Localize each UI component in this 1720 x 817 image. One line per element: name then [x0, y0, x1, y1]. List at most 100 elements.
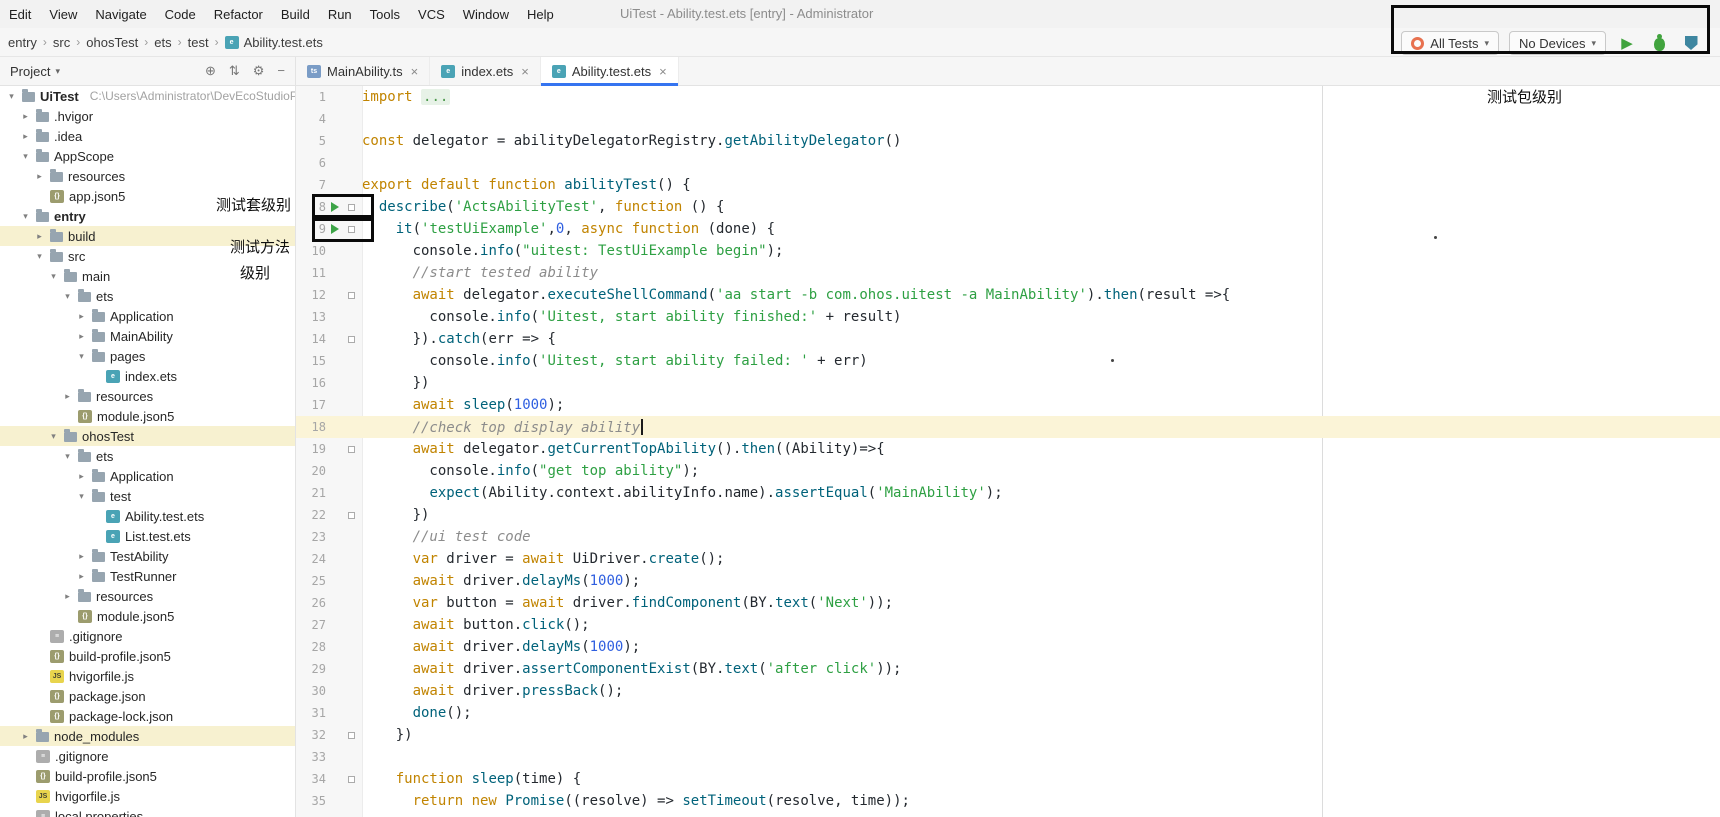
tree-chevron-right-icon[interactable]: ▸ — [76, 311, 87, 322]
breadcrumb-item[interactable]: ets — [152, 35, 173, 50]
code-text[interactable]: expect(Ability.context.abilityInfo.name)… — [362, 485, 1003, 501]
tree-item[interactable]: ▸.idea — [0, 126, 295, 146]
settings-gear-icon[interactable]: ⚙ — [253, 63, 265, 79]
fold-marker-icon[interactable] — [348, 776, 355, 783]
folded-region[interactable]: ... — [421, 89, 450, 105]
tree-chevron-right-icon[interactable]: ▸ — [76, 331, 87, 342]
tree-chevron-right-icon[interactable]: ▸ — [20, 731, 31, 742]
menu-item-refactor[interactable]: Refactor — [205, 7, 272, 22]
code-text[interactable]: //ui test code — [362, 529, 531, 545]
tab-Ability.test.ets[interactable]: eAbility.test.ets× — [541, 57, 679, 85]
tree-chevron-right-icon[interactable]: ▸ — [34, 231, 45, 242]
code-text[interactable]: import ... — [362, 89, 450, 105]
code-text[interactable]: await driver.pressBack(); — [362, 683, 623, 699]
tree-item[interactable]: eindex.ets — [0, 366, 295, 386]
tree-chevron-right-icon[interactable]: ▸ — [76, 551, 87, 562]
breadcrumb-file[interactable]: eAbility.test.ets — [223, 35, 325, 50]
tree-item[interactable]: ▾test — [0, 486, 295, 506]
tree-chevron-right-icon[interactable]: ▸ — [62, 391, 73, 402]
code-text[interactable]: function sleep(time) { — [362, 771, 581, 787]
tab-close-icon[interactable]: × — [521, 64, 529, 79]
tree-item[interactable]: ≡.gitignore — [0, 626, 295, 646]
tree-chevron-down-icon[interactable]: ▾ — [20, 151, 31, 162]
code-text[interactable]: console.info('Uitest, start ability fail… — [362, 353, 868, 369]
tab-close-icon[interactable]: × — [659, 64, 667, 79]
code-text[interactable]: var button = await driver.findComponent(… — [362, 595, 893, 611]
menu-item-window[interactable]: Window — [454, 7, 518, 22]
tree-chevron-down-icon[interactable]: ▾ — [34, 251, 45, 262]
fold-marker-icon[interactable] — [348, 732, 355, 739]
tree-item[interactable]: ▾pages — [0, 346, 295, 366]
tree-chevron-down-icon[interactable]: ▾ — [76, 351, 87, 362]
code-text[interactable]: export default function abilityTest() { — [362, 177, 691, 193]
fold-marker-icon[interactable] — [348, 512, 355, 519]
fold-marker-icon[interactable] — [348, 292, 355, 299]
fold-marker-icon[interactable] — [348, 336, 355, 343]
tree-item[interactable]: {}package-lock.json — [0, 706, 295, 726]
tree-chevron-right-icon[interactable]: ▸ — [20, 131, 31, 142]
tab-MainAbility.ts[interactable]: tsMainAbility.ts× — [296, 57, 430, 85]
code-text[interactable]: //start tested ability — [362, 265, 598, 281]
tree-item[interactable]: ▾ohosTest — [0, 426, 295, 446]
code-text[interactable]: console.info("uitest: TestUiExample begi… — [362, 243, 783, 259]
tree-item[interactable]: ▸resources — [0, 586, 295, 606]
tree-item[interactable]: ▸TestRunner — [0, 566, 295, 586]
breadcrumb-item[interactable]: src — [51, 35, 72, 50]
menu-item-view[interactable]: View — [40, 7, 86, 22]
tree-item[interactable]: ▾ets — [0, 446, 295, 466]
code-text[interactable]: await delegator.executeShellCommand('aa … — [362, 287, 1230, 303]
menu-item-vcs[interactable]: VCS — [409, 7, 454, 22]
tree-item[interactable]: ▸.hvigor — [0, 106, 295, 126]
code-text[interactable]: await driver.delayMs(1000); — [362, 639, 640, 655]
tree-chevron-down-icon[interactable]: ▾ — [48, 271, 59, 282]
tree-item[interactable]: ≡local.properties — [0, 806, 295, 817]
code-text[interactable]: const delegator = abilityDelegatorRegist… — [362, 133, 901, 149]
tree-chevron-right-icon[interactable]: ▸ — [76, 571, 87, 582]
tab-index.ets[interactable]: eindex.ets× — [430, 57, 541, 85]
tree-item[interactable]: ▾ets — [0, 286, 295, 306]
code-text[interactable]: await driver.assertComponentExist(BY.tex… — [362, 661, 902, 677]
tree-chevron-right-icon[interactable]: ▸ — [34, 171, 45, 182]
breadcrumb-item[interactable]: entry — [6, 35, 39, 50]
tree-chevron-right-icon[interactable]: ▸ — [76, 471, 87, 482]
project-panel-title[interactable]: Project — [10, 64, 50, 79]
code-text[interactable]: }).catch(err => { — [362, 331, 556, 347]
fold-marker-icon[interactable] — [348, 446, 355, 453]
tree-chevron-down-icon[interactable]: ▾ — [6, 91, 17, 102]
tree-item[interactable]: ▸Application — [0, 306, 295, 326]
tree-item[interactable]: {}build-profile.json5 — [0, 646, 295, 666]
code-text[interactable]: await sleep(1000); — [362, 397, 564, 413]
tree-item[interactable]: {}module.json5 — [0, 406, 295, 426]
tree-item[interactable]: {}build-profile.json5 — [0, 766, 295, 786]
tree-item[interactable]: ▸resources — [0, 166, 295, 186]
menu-item-help[interactable]: Help — [518, 7, 563, 22]
tree-chevron-down-icon[interactable]: ▾ — [48, 431, 59, 442]
breadcrumb-item[interactable]: ohosTest — [84, 35, 140, 50]
tree-chevron-down-icon[interactable]: ▾ — [62, 451, 73, 462]
breadcrumb-item[interactable]: test — [186, 35, 211, 50]
menu-item-run[interactable]: Run — [319, 7, 361, 22]
code-text[interactable]: await driver.delayMs(1000); — [362, 573, 640, 589]
code-text[interactable]: }) — [362, 375, 429, 391]
tree-item[interactable]: JShvigorfile.js — [0, 786, 295, 806]
code-text[interactable]: await delegator.getCurrentTopAbility().t… — [362, 441, 885, 457]
menu-item-build[interactable]: Build — [272, 7, 319, 22]
tree-item[interactable]: ▸Application — [0, 466, 295, 486]
tree-item[interactable]: eAbility.test.ets — [0, 506, 295, 526]
tree-item[interactable]: ▸node_modules — [0, 726, 295, 746]
code-text[interactable]: console.info("get top ability"); — [362, 463, 699, 479]
tree-item[interactable]: ▸resources — [0, 386, 295, 406]
tree-item[interactable]: ≡.gitignore — [0, 746, 295, 766]
locate-file-icon[interactable]: ⊕ — [205, 63, 216, 79]
tab-close-icon[interactable]: × — [411, 64, 419, 79]
tree-chevron-down-icon[interactable]: ▾ — [76, 491, 87, 502]
code-text[interactable]: it('testUiExample',0, async function (do… — [362, 221, 775, 237]
code-text[interactable]: await button.click(); — [362, 617, 590, 633]
code-text[interactable]: done(); — [362, 705, 472, 721]
code-text[interactable]: describe('ActsAbilityTest', function () … — [362, 199, 724, 215]
tree-item[interactable]: {}package.json — [0, 686, 295, 706]
tree-item[interactable]: ▸MainAbility — [0, 326, 295, 346]
code-text[interactable]: console.info('Uitest, start ability fini… — [362, 309, 901, 325]
tree-item[interactable]: ▸TestAbility — [0, 546, 295, 566]
code-text[interactable]: //check top display ability — [362, 419, 643, 436]
